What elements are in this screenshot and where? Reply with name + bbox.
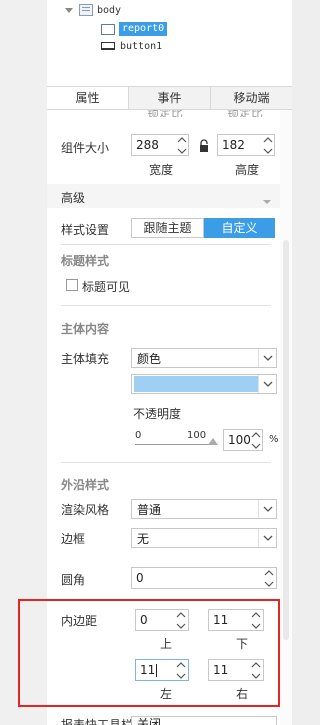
chevron-down-icon[interactable] [258,500,276,518]
slider-max-label: 100 [187,430,207,441]
advanced-label: 高级 [61,191,86,205]
width-stepper[interactable] [175,134,189,156]
height-stepper[interactable] [261,134,275,156]
stepper-down-icon[interactable] [249,440,263,451]
style-custom-button[interactable]: 自定义 [204,218,275,238]
tree-node-body[interactable]: body [65,2,121,18]
slider-min-label: 0 [135,430,142,441]
body-content-section: 主体内容 [61,322,110,336]
stepper-up-icon[interactable] [249,429,263,440]
lock-ratio-label-cut-left: 锁定比 [147,110,184,117]
divider [61,462,271,463]
tab-mobile[interactable]: 移动端 [210,87,292,109]
body-fill-label: 主体填充 [61,352,110,366]
advanced-section-header[interactable]: 高级 [47,184,280,208]
height-value: 182 [222,138,245,152]
tree-node-report0[interactable]: report0 [101,21,168,37]
report-icon [101,23,115,35]
stepper-down-icon[interactable] [261,145,275,156]
style-follow-theme-button[interactable]: 跟随主题 [131,218,204,238]
stepper-down-icon[interactable] [175,145,189,156]
corner-radius-value: 0 [136,571,144,585]
percent-sign: % [269,434,279,445]
tab-events[interactable]: 事件 [128,87,210,109]
opacity-stepper[interactable] [249,429,263,451]
report-toolbar-select[interactable]: 关闭 [131,716,277,725]
component-size-label: 组件大小 [61,141,110,155]
report-toolbar-value: 关闭 [137,717,162,725]
corner-radius-stepper[interactable] [262,567,276,589]
stepper-down-icon[interactable] [262,578,276,589]
divider [61,244,271,245]
tree-node-button1-label: button1 [120,40,163,52]
lock-icon[interactable] [198,139,210,153]
body-fill-select[interactable]: 颜色 [131,348,277,368]
border-value: 无 [137,531,150,546]
page-icon [79,4,93,16]
border-style-section: 外沿样式 [61,478,110,492]
button-icon [101,42,115,50]
panel-scrollbar[interactable] [280,110,292,725]
chevron-down-icon[interactable] [258,349,276,367]
tree-node-button1[interactable]: button1 [101,38,162,54]
opacity-value: 100 [228,433,251,447]
stepper-up-icon[interactable] [262,567,276,578]
chevron-down-icon[interactable] [258,375,276,393]
expand-triangle-icon[interactable] [65,7,73,13]
height-caption: 高度 [235,163,260,177]
render-style-value: 普通 [137,502,162,517]
tab-properties[interactable]: 属性 [47,87,128,109]
width-value: 288 [136,138,159,152]
opacity-slider-track[interactable] [135,444,217,445]
corner-radius-label: 圆角 [61,573,86,587]
render-style-select[interactable]: 普通 [131,499,277,519]
render-style-label: 渲染风格 [61,503,110,517]
opacity-label: 不透明度 [133,407,182,421]
padding-highlight-box [18,599,280,707]
lock-ratio-label-cut-right: 锁定比 [227,110,264,117]
fill-color-swatch [134,376,258,392]
chevron-down-icon[interactable] [258,529,276,547]
stepper-up-icon[interactable] [175,134,189,145]
report-toolbar-label: 报表快工具栏 [61,718,134,725]
scrollbar-thumb[interactable] [283,240,289,640]
opacity-slider-handle[interactable] [208,438,218,445]
collapse-arrow-icon[interactable] [262,194,272,208]
title-visible-checkbox[interactable] [66,279,78,291]
title-visible-label: 标题可见 [82,280,131,294]
property-tabs: 属性 事件 移动端 [47,86,292,110]
tree-node-body-label: body [97,4,122,16]
fill-color-picker[interactable] [131,374,277,394]
tree-node-report0-label: report0 [119,22,168,36]
component-tree: body report0 button1 [47,0,292,86]
stepper-up-icon[interactable] [261,134,275,145]
style-setting-label: 样式设置 [61,223,110,237]
border-select[interactable]: 无 [131,528,277,548]
corner-radius-input[interactable]: 0 [131,567,277,589]
title-style-section: 标题样式 [61,254,110,268]
border-label: 边框 [61,532,86,546]
divider [61,305,271,306]
body-fill-value: 颜色 [137,351,162,366]
width-caption: 宽度 [149,163,174,177]
